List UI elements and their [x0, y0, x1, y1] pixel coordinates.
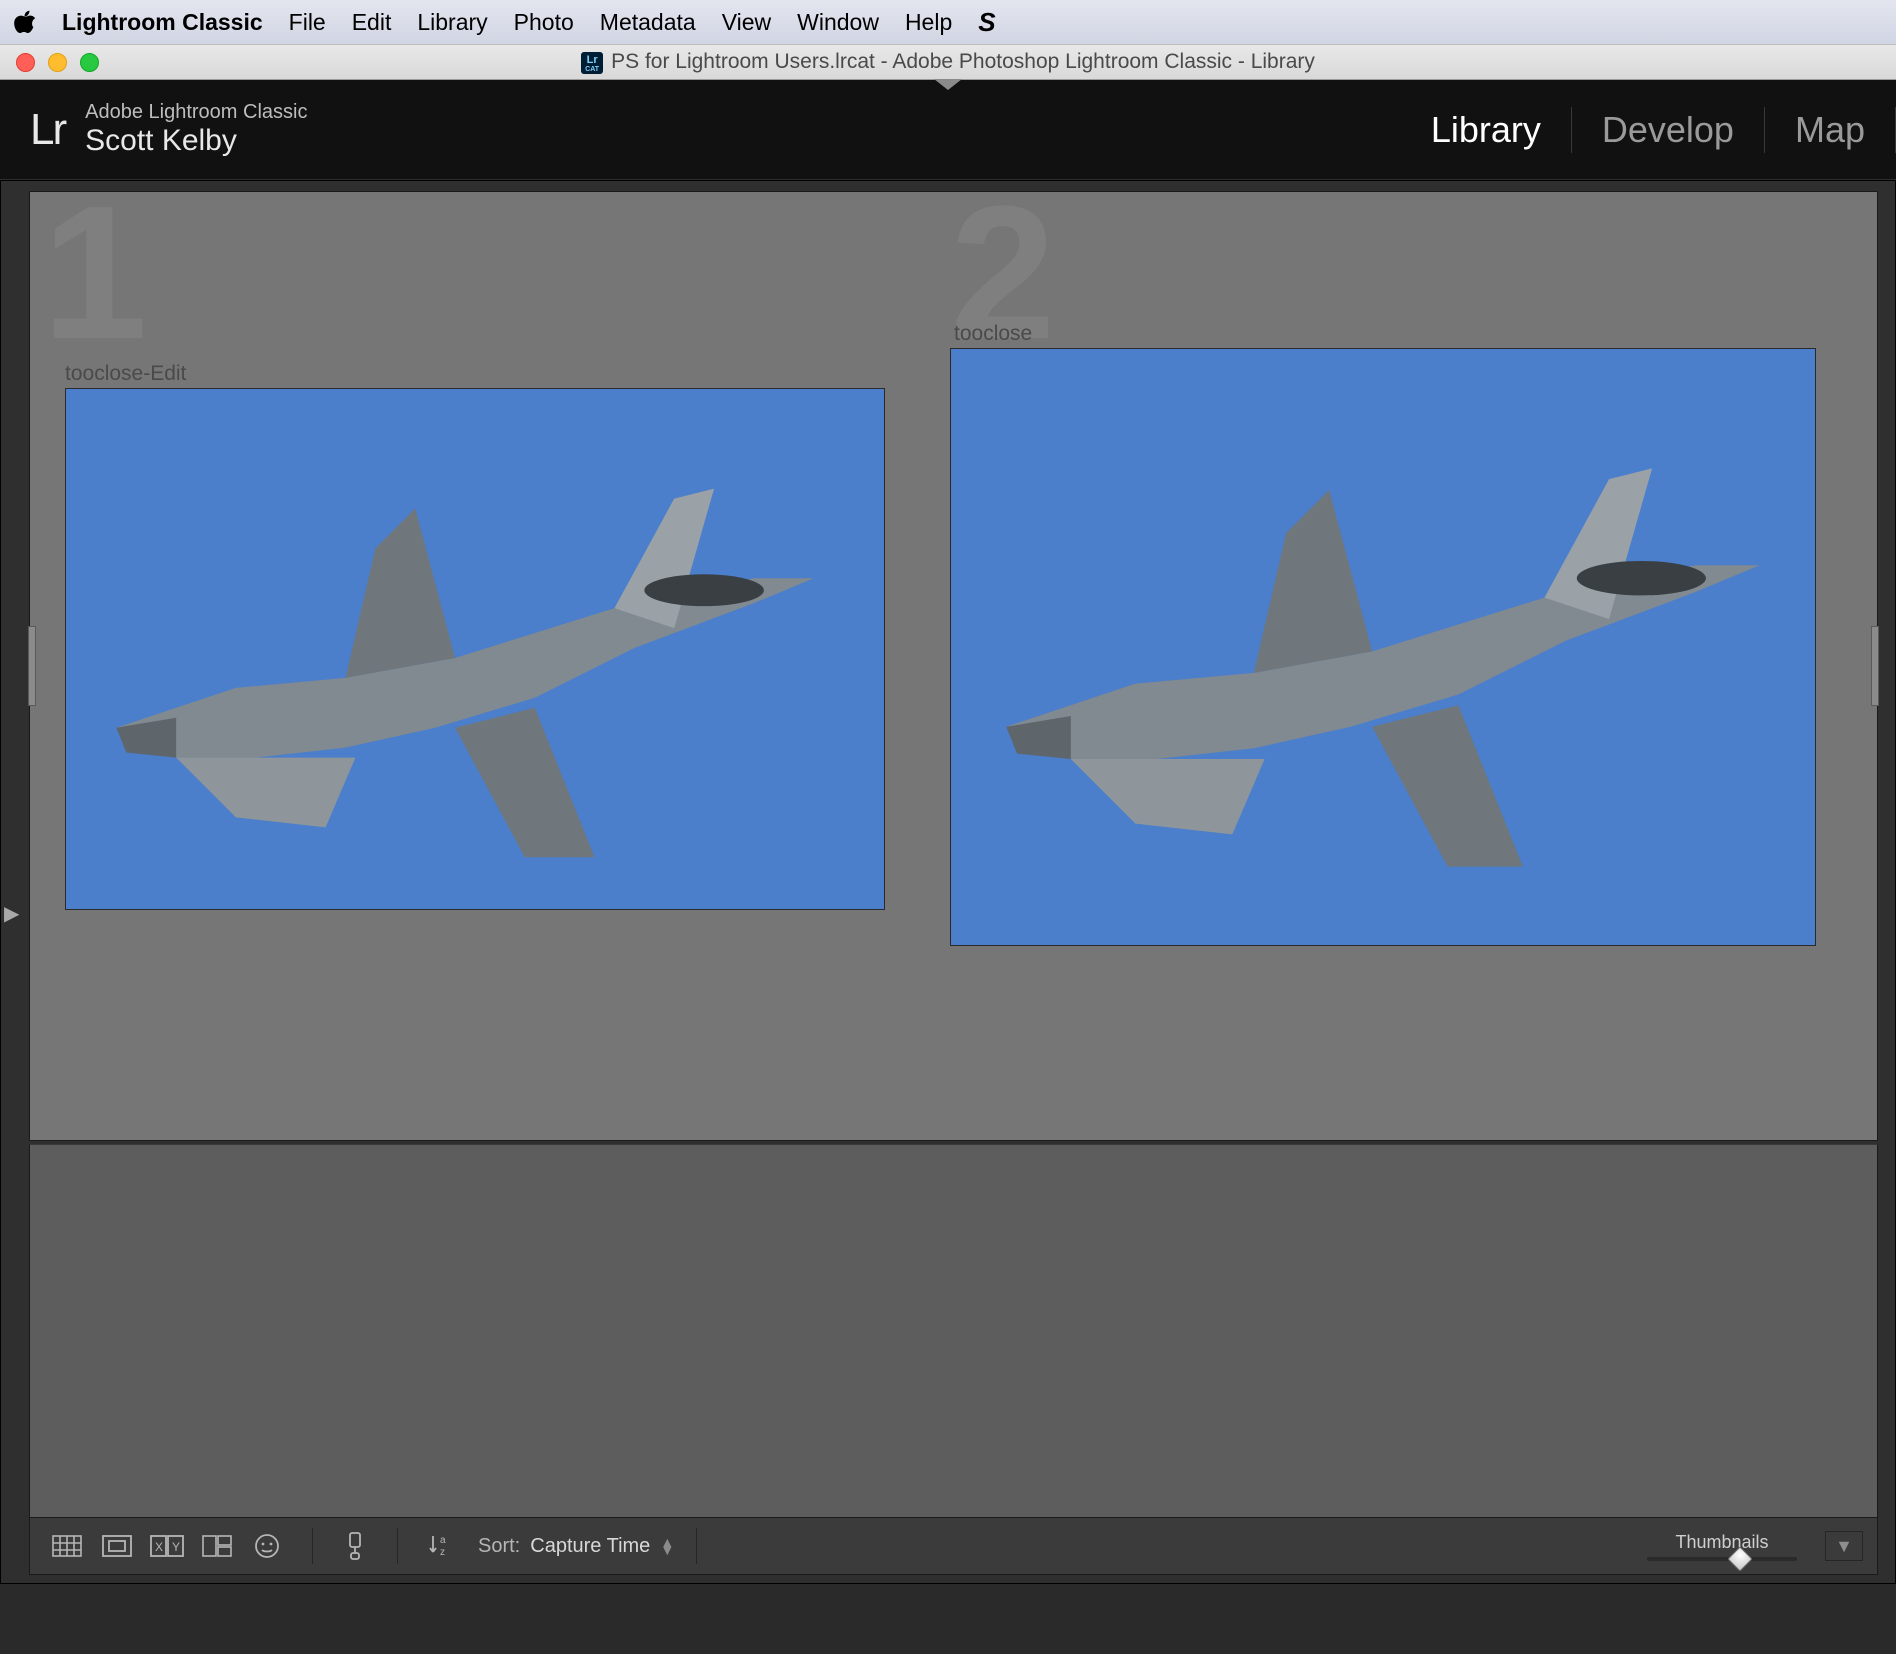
left-panel-handle[interactable] — [28, 626, 36, 706]
menu-library[interactable]: Library — [417, 9, 487, 36]
toolbar-menu-button[interactable]: ▼ — [1825, 1531, 1863, 1561]
content-area: ▶ 1 2 tooclose-Edit tooclose — [0, 180, 1896, 1584]
expand-left-panel-icon[interactable]: ▶ — [4, 901, 19, 926]
grid-view-button[interactable] — [44, 1529, 90, 1563]
menu-edit[interactable]: Edit — [352, 9, 392, 36]
window-minimize-button[interactable] — [48, 53, 67, 72]
filmstrip-area[interactable] — [29, 1144, 1878, 1518]
lightroom-app-icon: LrCAT — [581, 52, 603, 74]
mac-menubar: Lightroom Classic File Edit Library Phot… — [0, 0, 1896, 44]
library-toolbar: X Y — [29, 1517, 1878, 1575]
menu-window[interactable]: Window — [797, 9, 879, 36]
svg-text:a: a — [440, 1535, 446, 1546]
jet-aircraft-image — [951, 349, 1815, 945]
svg-text:z: z — [440, 1547, 445, 1558]
lightroom-header: Lr Adobe Lightroom Classic Scott Kelby L… — [0, 80, 1896, 180]
right-panel-handle[interactable] — [1871, 626, 1879, 706]
pane-2-label: tooclose — [954, 322, 1032, 346]
svg-text:Y: Y — [172, 1540, 180, 1554]
thumbnails-label: Thumbnails — [1675, 1532, 1768, 1553]
people-view-button[interactable] — [244, 1529, 290, 1563]
window-titlebar: LrCATPS for Lightroom Users.lrcat - Adob… — [0, 44, 1896, 80]
svg-text:X: X — [155, 1540, 163, 1554]
compare-view: 1 2 tooclose-Edit tooclose — [29, 191, 1878, 1141]
module-map[interactable]: Map — [1765, 80, 1895, 179]
window-close-button[interactable] — [16, 53, 35, 72]
menu-metadata[interactable]: Metadata — [600, 9, 696, 36]
app-menu[interactable]: Lightroom Classic — [62, 9, 263, 36]
survey-photo-1[interactable] — [65, 388, 885, 910]
product-name: Adobe Lightroom Classic — [85, 101, 307, 124]
jet-aircraft-image — [66, 389, 884, 909]
apple-menu-icon[interactable] — [14, 10, 36, 34]
thumbnail-size-control: Thumbnails — [1647, 1532, 1797, 1561]
painter-tool-button[interactable] — [335, 1529, 375, 1563]
menu-file[interactable]: File — [289, 9, 326, 36]
module-picker: Library Develop Map — [1401, 80, 1896, 179]
sort-label: Sort: — [478, 1535, 520, 1558]
menu-photo[interactable]: Photo — [514, 9, 574, 36]
window-controls — [16, 53, 99, 72]
toolbar-divider — [397, 1528, 398, 1564]
identity-plate[interactable]: Lr Adobe Lightroom Classic Scott Kelby — [30, 101, 307, 158]
menu-help[interactable]: Help — [905, 9, 952, 36]
module-library[interactable]: Library — [1401, 80, 1571, 179]
toolbar-divider — [312, 1528, 313, 1564]
sort-dropdown-icon: ▲▼ — [660, 1538, 674, 1554]
sort-value: Capture Time — [530, 1535, 650, 1558]
collapse-header-icon[interactable] — [934, 79, 962, 90]
survey-photo-2[interactable] — [950, 348, 1816, 946]
window-zoom-button[interactable] — [80, 53, 99, 72]
toolbar-divider — [696, 1528, 697, 1564]
sort-direction-button[interactable]: a z — [420, 1529, 460, 1563]
survey-view-button[interactable] — [194, 1529, 240, 1563]
lr-logo-icon: Lr — [30, 105, 65, 155]
module-develop[interactable]: Develop — [1572, 80, 1764, 179]
pane-1-number: 1 — [42, 178, 148, 368]
window-title: LrCATPS for Lightroom Users.lrcat - Adob… — [0, 50, 1896, 74]
sort-selector[interactable]: Sort: Capture Time ▲▼ — [478, 1535, 674, 1558]
menu-view[interactable]: View — [722, 9, 771, 36]
user-name: Scott Kelby — [85, 124, 307, 158]
loupe-view-button[interactable] — [94, 1529, 140, 1563]
thumbnail-size-slider[interactable] — [1647, 1557, 1797, 1561]
compare-view-button[interactable]: X Y — [144, 1529, 190, 1563]
script-menu-icon[interactable]: S — [978, 7, 995, 38]
pane-1-label: tooclose-Edit — [65, 362, 186, 386]
